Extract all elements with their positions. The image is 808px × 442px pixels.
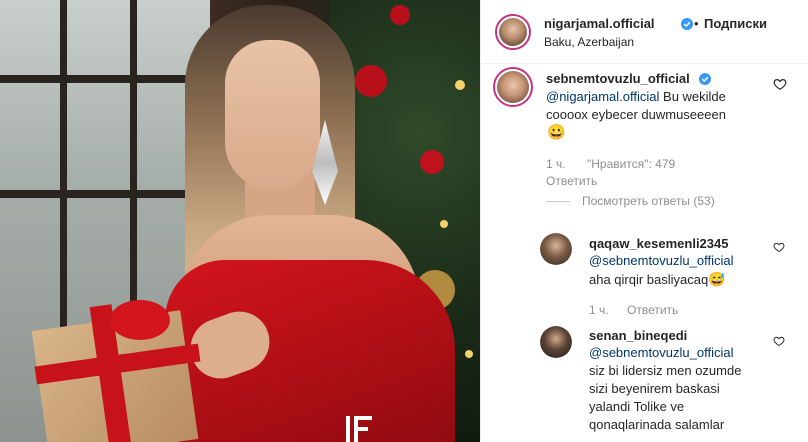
ornament <box>420 150 444 174</box>
watermark-logo <box>346 416 372 442</box>
reply-line: sizi beyenirem baskasi <box>589 381 720 396</box>
reply-time[interactable]: 1 ч. <box>589 303 609 317</box>
reply-line: yalandi Tolike ve <box>589 399 685 414</box>
view-replies-button[interactable]: Посмотреть ответы (53) <box>546 194 715 208</box>
separator-dot: • <box>694 16 699 31</box>
reply-line: siz bi lidersiz men ozumde <box>589 363 742 378</box>
ornament <box>390 5 410 25</box>
heart-outline-icon[interactable] <box>773 335 785 347</box>
comment-text: @nigarjamal.official Bu wekilde coooox e… <box>546 88 761 124</box>
reply-mention[interactable]: @sebnemtovuzlu_official <box>589 253 733 268</box>
comments-panel: nigarjamal.official • Подписки Baku, Aze… <box>480 0 808 442</box>
comment-likes[interactable]: "Нравится": 479 <box>587 157 675 171</box>
reply-body: aha qirqir basliyacaq <box>589 272 709 287</box>
light <box>440 220 448 228</box>
reply-username[interactable]: qaqaw_kesemenli2345 <box>589 236 728 251</box>
reply-avatar[interactable] <box>540 326 572 358</box>
divider <box>546 201 570 203</box>
face <box>225 40 320 190</box>
verified-badge-icon <box>699 73 711 85</box>
following-button[interactable]: Подписки <box>704 16 767 31</box>
sweat-smile-emoji-icon: 😅 <box>708 271 726 287</box>
reply-button[interactable]: Ответить <box>627 303 678 317</box>
commenter-avatar[interactable] <box>493 67 533 107</box>
author-username[interactable]: nigarjamal.official <box>544 16 655 31</box>
grinning-emoji-icon: 😀 <box>547 124 566 141</box>
reply-mention[interactable]: @sebnemtovuzlu_official <box>589 345 733 360</box>
reply-line: qonaqlarinada salamlar <box>589 417 725 432</box>
heart-outline-icon[interactable] <box>773 77 787 91</box>
reply-text: @sebnemtovuzlu_official aha qirqir basli… <box>589 252 769 289</box>
comment-mention[interactable]: @nigarjamal.official <box>546 89 659 104</box>
window-bar <box>0 75 210 83</box>
reply-button[interactable]: Ответить <box>546 174 597 188</box>
comment-username[interactable]: sebnemtovuzlu_official <box>546 71 690 86</box>
post-photo[interactable] <box>0 0 480 442</box>
reply-avatar[interactable] <box>540 233 572 265</box>
light <box>455 80 465 90</box>
post-location[interactable]: Baku, Azerbaijan <box>544 35 634 49</box>
reply-username[interactable]: senan_bineqedi <box>589 328 687 343</box>
light <box>465 350 473 358</box>
heart-outline-icon[interactable] <box>773 241 785 253</box>
verified-badge-icon <box>681 18 693 30</box>
view-replies-label: Посмотреть ответы (53) <box>582 194 715 208</box>
ornament <box>355 65 387 97</box>
author-avatar[interactable] <box>495 14 531 50</box>
comment-time[interactable]: 1 ч. <box>546 157 566 171</box>
reply-text: @sebnemtovuzlu_official siz bi lidersiz … <box>589 344 769 434</box>
post-header: nigarjamal.official • Подписки Baku, Aze… <box>481 0 808 64</box>
window-bar <box>0 190 210 198</box>
gift-bow <box>110 300 170 340</box>
